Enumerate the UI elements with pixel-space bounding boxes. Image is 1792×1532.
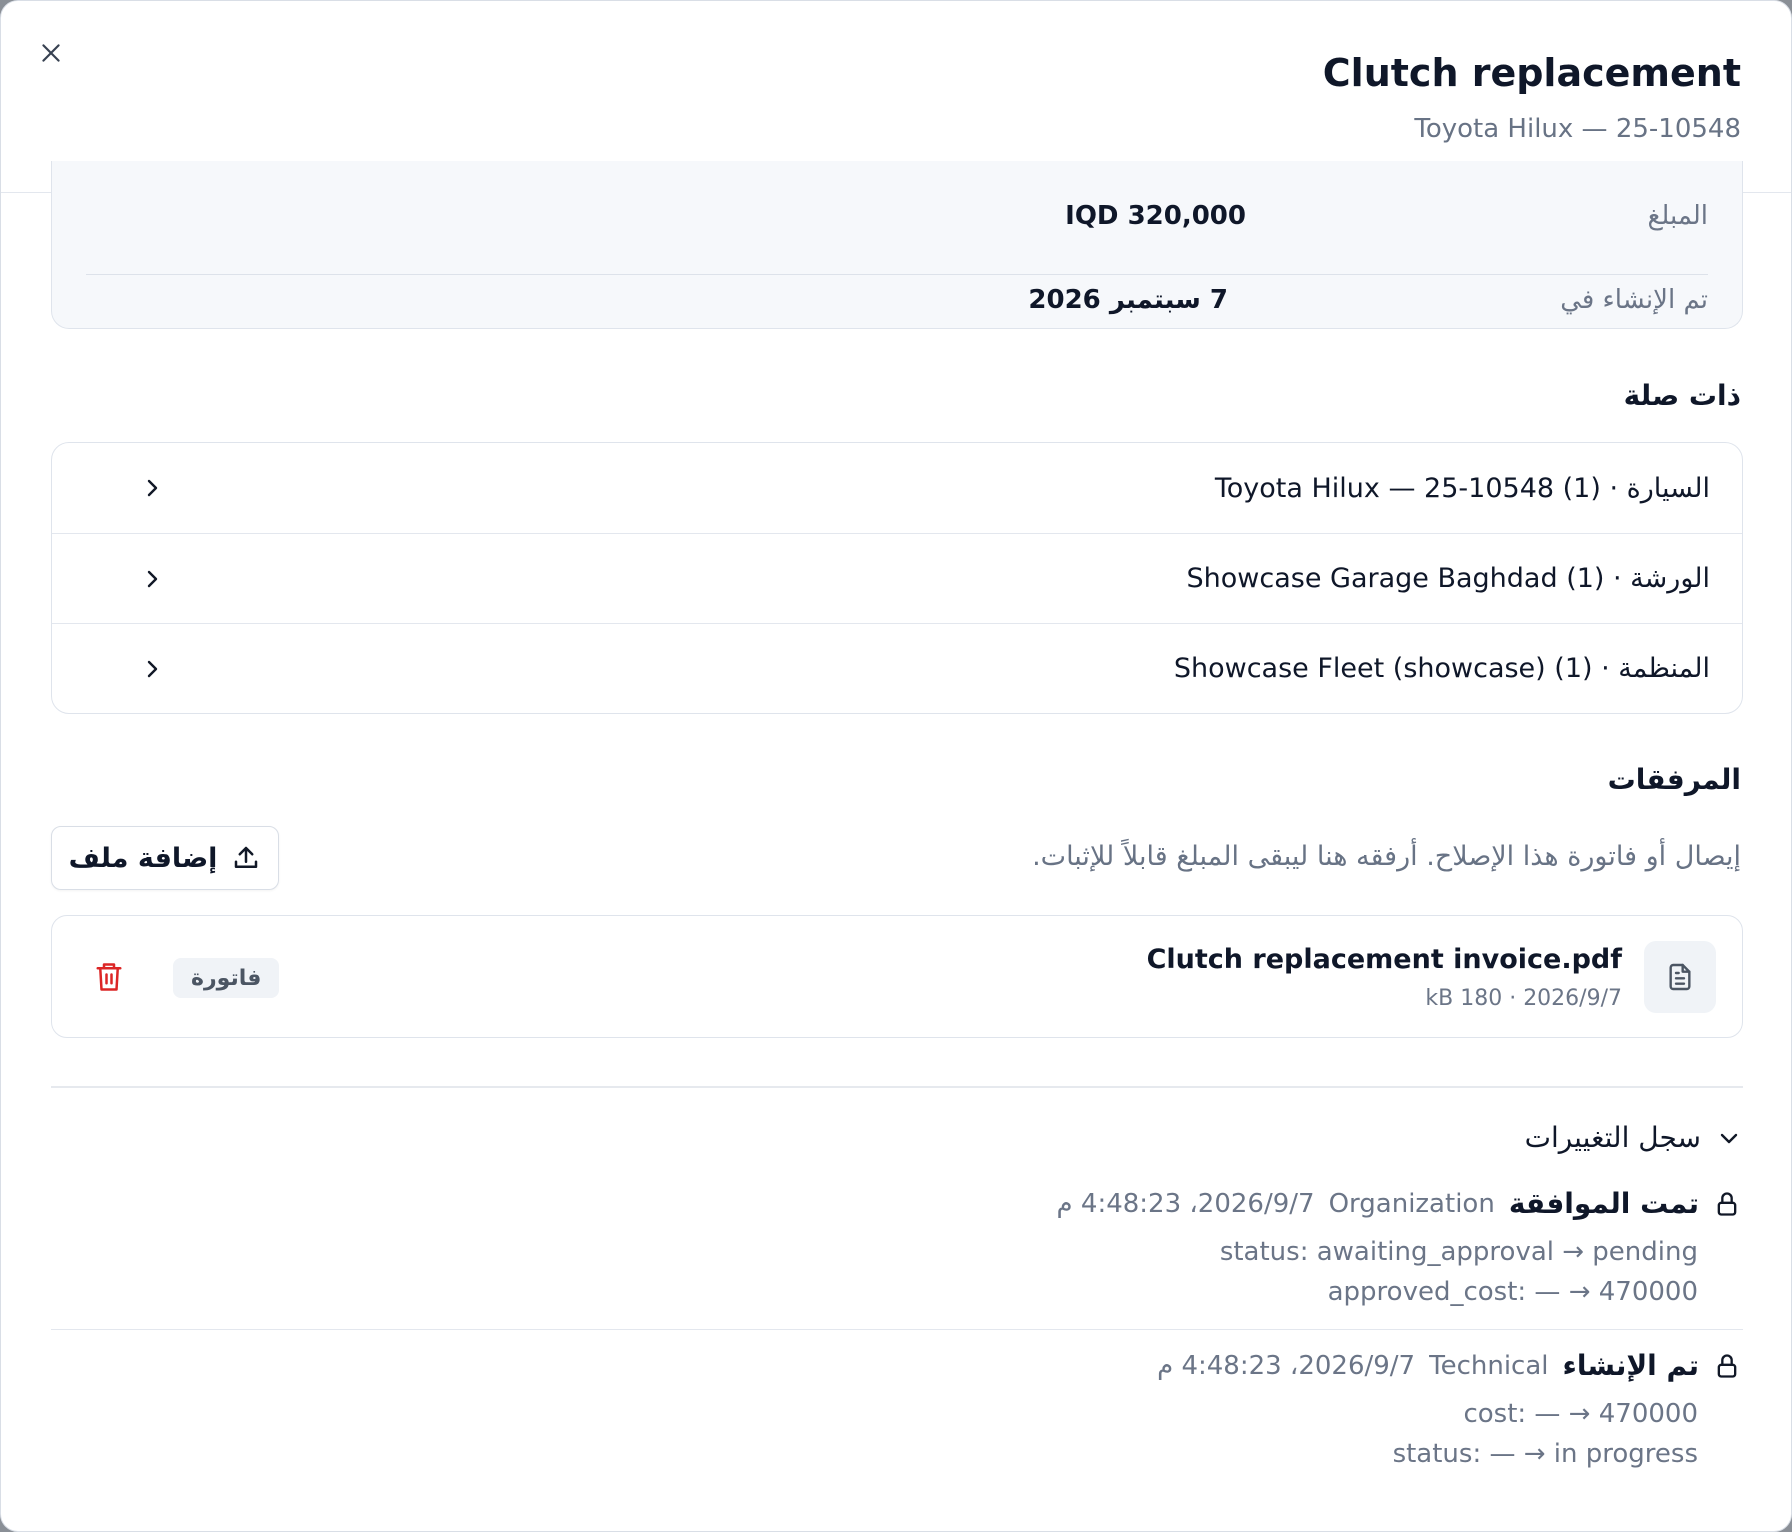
add-file-label: إضافة ملف (68, 842, 218, 874)
file-meta: kB 180 · 2026/9/7 (1425, 986, 1622, 1011)
created-value: 7 سبتمبر 2026 (1028, 285, 1228, 315)
changelog-toggle[interactable]: سجل التغييرات (1525, 1121, 1741, 1154)
related-list: السيارة · Toyota Hilux — 25-10548 (1) ال… (51, 442, 1743, 714)
changelog-change: cost: — → 470000 (1463, 1399, 1698, 1429)
chevron-down-icon (1720, 1133, 1738, 1143)
add-file-button[interactable]: إضافة ملف (51, 826, 279, 890)
close-icon (42, 44, 60, 62)
delete-file-button[interactable] (94, 960, 124, 994)
close-button[interactable] (31, 33, 71, 73)
related-item-label: السيارة · Toyota Hilux — 25-10548 (1) (1214, 472, 1710, 504)
chevron-right-icon (147, 570, 158, 588)
changelog-change: status: awaiting_approval → pending (1219, 1237, 1698, 1267)
changelog-time: 2026/9/7، 4:48:23 م (1157, 1350, 1416, 1381)
changelog-action: تمت الموافقة (1508, 1187, 1699, 1220)
created-row: تم الإنشاء في 7 سبتمبر 2026 (86, 273, 1708, 347)
chevron-right-icon (147, 479, 158, 497)
file-type-badge: فاتورة (173, 958, 280, 998)
changelog-action: تم الإنشاء (1562, 1349, 1700, 1382)
changelog-actor: Technical (1429, 1350, 1549, 1381)
detail-sheet: Clutch replacement Toyota Hilux — 25-105… (0, 0, 1792, 1532)
attachments-title: المرفقات (1607, 763, 1741, 796)
lock-icon (1717, 1191, 1737, 1216)
changelog-time: 2026/9/7، 4:48:23 م (1056, 1188, 1315, 1219)
file-name: Clutch replacement invoice.pdf (1146, 944, 1622, 975)
amount-value: IQD 320,000 (1065, 201, 1246, 231)
related-item-organization[interactable]: المنظمة · Showcase Fleet (showcase) (1) (52, 623, 1742, 713)
chevron-right-icon (147, 660, 158, 678)
page-subtitle: Toyota Hilux — 25-10548 (1414, 114, 1741, 144)
related-item-label: الورشة · Showcase Garage Baghdad (1) (1186, 563, 1710, 594)
trash-icon (96, 963, 122, 991)
entry-separator (51, 1329, 1743, 1330)
changelog-change: status: — → in progress (1392, 1439, 1698, 1469)
related-item-garage[interactable]: الورشة · Showcase Garage Baghdad (1) (52, 533, 1742, 623)
file-icon-box (1644, 941, 1716, 1013)
details-card: المبلغ IQD 320,000 تم الإنشاء في 7 سبتمب… (51, 161, 1743, 329)
amount-label: المبلغ (1647, 201, 1708, 231)
page-title: Clutch replacement (1322, 51, 1741, 95)
related-title: ذات صلة (1623, 379, 1741, 412)
created-label: تم الإنشاء في (1560, 285, 1708, 315)
changelog-actor: Organization (1328, 1188, 1495, 1219)
changelog-title: سجل التغييرات (1524, 1121, 1701, 1154)
changelog-entry-header: تمت الموافقة Organization 2026/9/7، 4:48… (1057, 1187, 1741, 1220)
related-item-vehicle[interactable]: السيارة · Toyota Hilux — 25-10548 (1) (52, 443, 1742, 533)
amount-row: المبلغ IQD 320,000 (86, 201, 1708, 275)
attachments-description: إيصال أو فاتورة هذا الإصلاح. أرفقه هنا ل… (1032, 841, 1741, 872)
upload-icon (235, 846, 258, 868)
document-icon (1669, 963, 1691, 991)
section-divider (51, 1086, 1743, 1088)
changelog-entry-header: تم الإنشاء Technical 2026/9/7، 4:48:23 م (1157, 1349, 1741, 1382)
changelog-change: approved_cost: — → 470000 (1327, 1277, 1698, 1307)
related-item-label: المنظمة · Showcase Fleet (showcase) (1) (1173, 653, 1710, 684)
lock-icon (1717, 1353, 1737, 1378)
attachment-item[interactable]: Clutch replacement invoice.pdf kB 180 · … (51, 915, 1743, 1038)
